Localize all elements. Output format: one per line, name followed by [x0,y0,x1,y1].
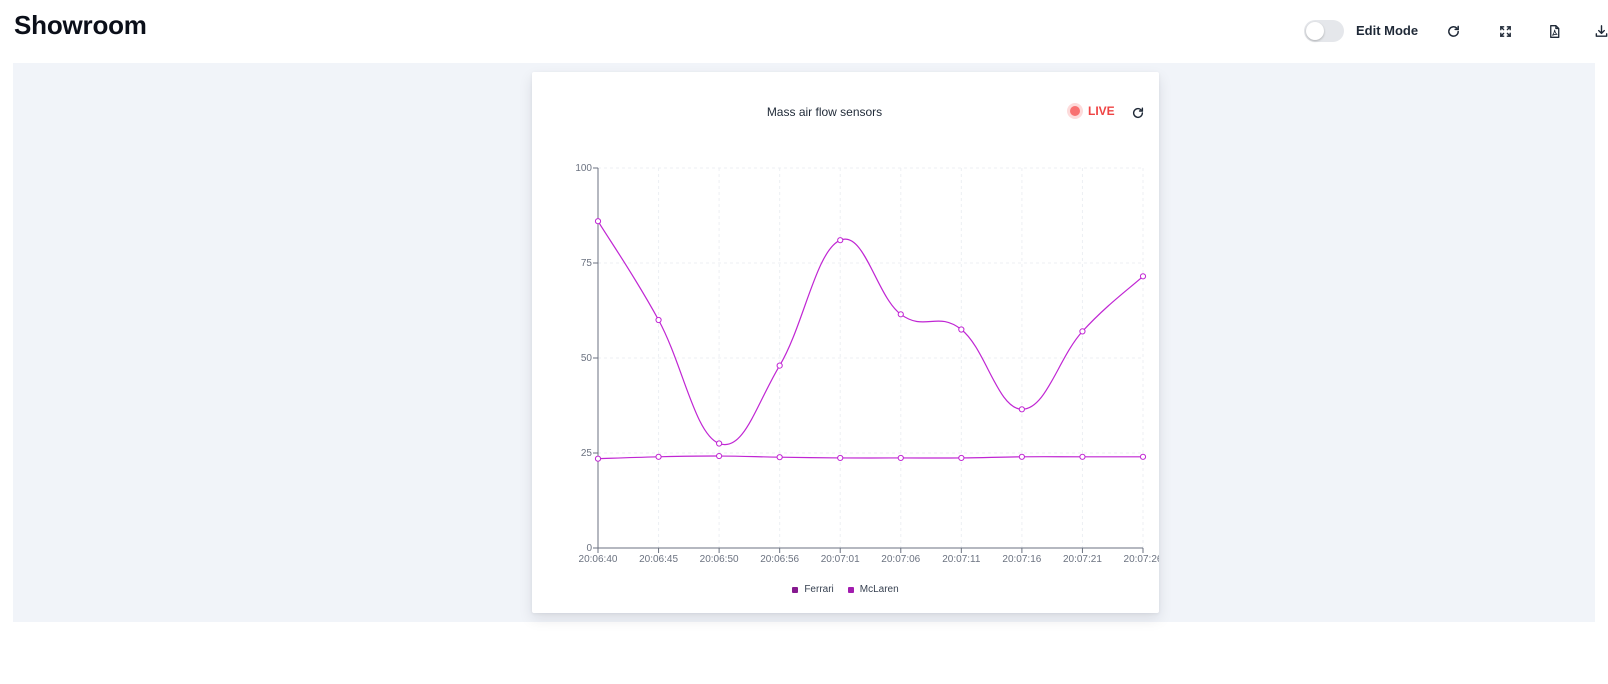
live-badge[interactable]: LIVE [1070,104,1115,118]
data-point-mclaren [655,453,662,460]
live-label: LIVE [1088,104,1115,118]
toolbar: Edit Mode [1208,0,1608,62]
series-line-ferrari [597,220,1144,446]
data-point-ferrari [776,362,783,369]
edit-mode-label: Edit Mode [1356,23,1419,38]
data-point-mclaren [1139,453,1147,460]
y-tick-label: 0 [586,543,592,554]
refresh-icon [1132,107,1144,119]
x-tick-label: 20:07:01 [821,554,860,565]
data-point-ferrari [897,311,904,318]
line-chart: 0 25 50 75 100 20:06:40 20:06:45 20:06:50 20:06:… [575,163,1159,565]
y-tick-label: 50 [581,353,593,364]
legend-item[interactable]: McLaren [847,584,899,595]
x-tick-label: 20:07:11 [942,554,981,565]
legend-label: Ferrari [804,584,834,595]
x-tick-label: 20:06:40 [579,554,618,565]
fullscreen-button[interactable] [1492,18,1518,44]
x-tick-label: 20:07:21 [1063,554,1102,565]
y-tick-label: 25 [581,448,593,459]
download-icon [1595,24,1607,37]
series-line-mclaren [597,455,1143,460]
widget-title: Mass air flow sensors [766,105,883,119]
y-tick-label: 100 [575,163,592,174]
data-point-ferrari [716,440,723,447]
refresh-button[interactable] [1440,18,1466,44]
fullscreen-icon [1499,25,1511,37]
legend-swatch [847,586,854,593]
chart-widget[interactable]: 0 25 50 75 100 20:06:40 20:06:45 20:06:50 20:06:… [532,72,1159,613]
data-point-mclaren [1018,453,1025,460]
chart-legend: Ferrari McLaren [532,584,1159,595]
page-title: Showroom [14,10,147,40]
x-tick-label: 20:07:16 [1002,554,1041,565]
legend-label: McLaren [859,584,899,595]
widget-refresh-button[interactable] [1130,105,1146,121]
x-tick-label: 20:07:26 [1124,554,1159,565]
edit-mode-toggle[interactable] [1304,20,1344,42]
data-point-ferrari [1139,273,1147,280]
data-point-mclaren [1079,453,1086,460]
export-pdf-button[interactable] [1541,18,1567,44]
x-tick-label: 20:06:45 [639,554,678,565]
data-point-ferrari [594,218,602,225]
data-point-mclaren [776,454,783,461]
live-dot-icon [1070,106,1080,116]
x-tick-label: 20:07:06 [881,554,920,565]
data-point-ferrari [1018,406,1025,413]
data-point-ferrari [958,326,965,333]
x-tick-label: 20:06:56 [760,554,799,565]
x-tick-label: 20:06:50 [700,554,739,565]
top-bar: Showroom Edit Mode [0,0,1608,62]
legend-item[interactable]: Ferrari [792,584,834,595]
data-point-mclaren [594,455,602,462]
download-button[interactable] [1588,18,1608,44]
pdf-icon [1549,24,1559,38]
y-tick-label: 75 [581,258,593,269]
data-point-ferrari [1079,328,1086,335]
data-point-mclaren [716,452,723,460]
refresh-icon [1447,25,1459,37]
data-point-mclaren [897,454,904,462]
data-point-ferrari [837,237,844,244]
data-point-ferrari [655,316,662,324]
toggle-knob [1306,22,1324,40]
legend-swatch [792,586,799,593]
data-point-mclaren [958,454,965,462]
data-point-mclaren [837,454,844,462]
